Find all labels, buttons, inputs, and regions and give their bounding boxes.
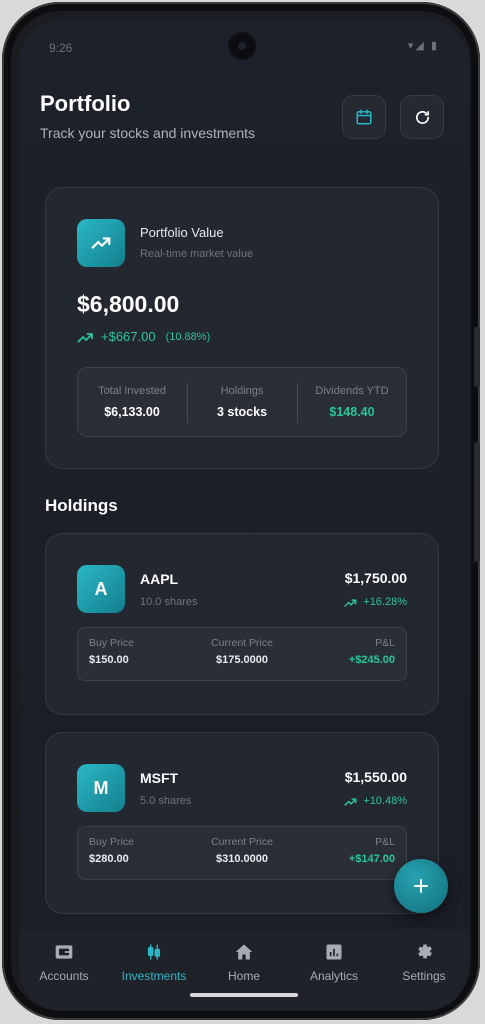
analytics-icon [289,941,379,963]
home-icon [199,941,289,963]
nav-label: Home [227,969,260,983]
holding-symbol: MSFT [140,770,179,786]
nav-accounts[interactable]: Accounts [19,929,109,1011]
wallet-icon [19,941,109,963]
holding-change-percent: +10.48% [363,795,407,807]
portfolio-stats: Total Invested $6,133.00 Holdings 3 stoc… [77,367,407,437]
page-subtitle: Track your stocks and investments [40,125,256,141]
gear-icon [379,941,469,963]
trending-up-icon [344,797,357,806]
holding-avatar: M [77,764,125,812]
nav-home[interactable]: Home [199,929,289,1011]
stat-total-invested: Total Invested $6,133.00 [77,367,187,437]
stat-holdings: Holdings 3 stocks [187,367,297,437]
profit-loss-value: +$147.00 [348,853,395,865]
profit-loss: P&L +$147.00 [349,826,395,865]
nav-label: Investments [121,969,187,983]
refresh-icon [415,110,429,124]
power-button [474,442,480,562]
profit-loss-label: P&L [375,637,395,649]
portfolio-value-card: Portfolio Value Real-time market value $… [45,187,439,469]
holding-change: +16.28% [344,596,407,608]
nav-label: Settings [402,969,446,983]
portfolio-change-amount: +$667.00 [101,329,156,344]
portfolio-change: +$667.00 (10.88%) [77,329,210,344]
refresh-button[interactable] [400,95,444,139]
holding-change-percent: +16.28% [363,596,407,608]
holding-change: +10.48% [344,795,407,807]
portfolio-total-value: $6,800.00 [77,291,180,317]
phone-frame: 9:26 ▾◢ ▮ Portfolio Track your stocks an… [2,2,480,1020]
holding-card-msft[interactable]: M MSFT 5.0 shares $1,550.00 +10.48% Buy … [45,732,439,914]
stat-value: $6,133.00 [104,405,160,419]
calendar-icon [356,109,372,125]
nav-investments[interactable]: Investments [109,929,199,1011]
plus-icon [414,879,428,893]
holding-value: $1,550.00 [344,769,407,785]
page-title: Portfolio [40,91,131,116]
holdings-section-title: Holdings [45,496,118,515]
stat-label: Dividends YTD [315,385,389,397]
holding-details: Buy Price $150.00 Current Price $175.000… [77,627,407,681]
trending-up-icon [344,598,357,607]
profit-loss-label: P&L [375,836,395,848]
nav-analytics[interactable]: Analytics [289,929,379,1011]
nav-label: Accounts [39,969,89,983]
app-screen: 9:26 ▾◢ ▮ Portfolio Track your stocks an… [19,19,469,1011]
trending-up-icon [77,332,93,342]
holding-card-aapl[interactable]: A AAPL 10.0 shares $1,750.00 +16.28% Buy… [45,533,439,715]
portfolio-value-sublabel: Real-time market value [140,248,254,260]
stat-value: $148.40 [329,405,375,419]
holding-shares: 5.0 shares [140,795,192,807]
holding-details: Buy Price $280.00 Current Price $310.000… [77,826,407,880]
system-icons: ▾◢ ▮ [407,40,439,52]
home-indicator[interactable] [190,993,298,997]
holding-value: $1,750.00 [344,570,407,586]
nav-settings[interactable]: Settings [379,929,469,1011]
stat-dividends-ytd: Dividends YTD $148.40 [297,367,407,437]
nav-label: Analytics [309,969,359,983]
stat-label: Holdings [220,385,264,397]
portfolio-change-percent: (10.88%) [165,330,211,343]
front-camera [230,34,254,58]
profit-loss: P&L +$245.00 [349,627,395,666]
holding-shares: 10.0 shares [140,596,198,608]
profit-loss-value: +$245.00 [348,654,395,666]
holding-symbol: AAPL [140,571,179,587]
calendar-button[interactable] [342,95,386,139]
portfolio-value-label: Portfolio Value [140,225,224,240]
holding-avatar: A [77,565,125,613]
status-bar: 9:26 ▾◢ ▮ [19,19,469,59]
add-holding-button[interactable] [394,859,448,913]
status-time: 9:26 [49,41,73,55]
stat-label: Total Invested [98,385,166,397]
volume-button [474,327,480,387]
trending-up-icon [77,219,125,267]
bottom-navigation: Accounts Investments Home Analytics Sett… [19,929,469,1011]
stat-value: 3 stocks [216,405,268,419]
candlestick-icon [109,941,199,963]
